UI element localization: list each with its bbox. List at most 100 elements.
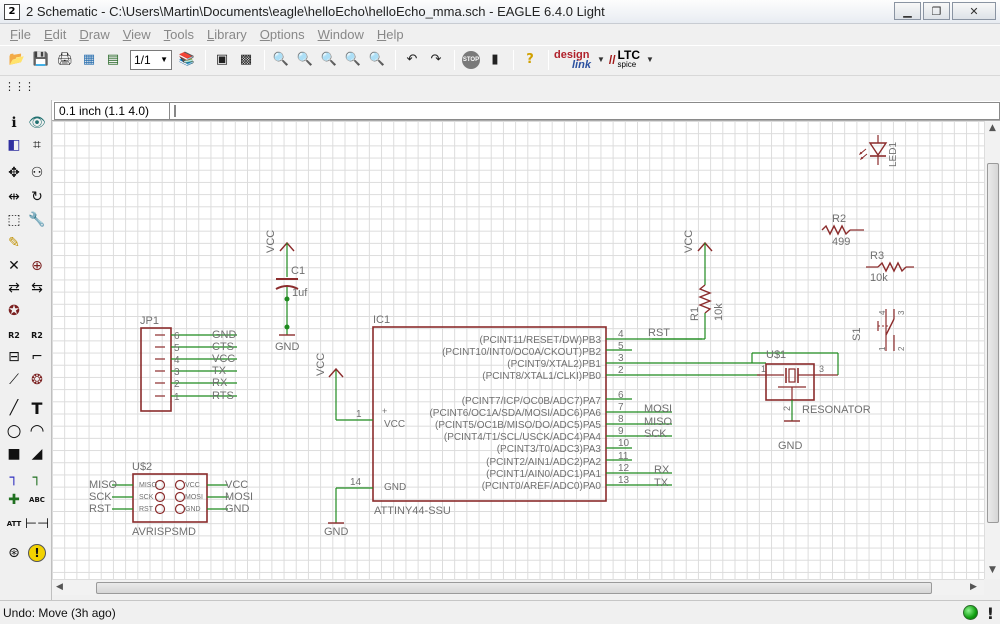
polygon-button[interactable]: ◢ [27, 444, 47, 464]
exclamation-icon[interactable]: ! [987, 604, 994, 623]
menu-window[interactable]: Window [312, 27, 370, 42]
show-button[interactable]: 👁 [27, 113, 47, 133]
horizontal-scrollbar[interactable]: ◀ ▶ [52, 579, 984, 595]
cam-processor-icon: ▦ [82, 52, 96, 67]
gateswap-button[interactable]: ⇆ [27, 278, 47, 298]
menu-tools[interactable]: Tools [158, 27, 200, 42]
horizontal-scroll-thumb[interactable] [96, 582, 932, 594]
undo-button[interactable]: ↶ [401, 49, 423, 71]
replace-button[interactable]: ✪ [4, 301, 24, 321]
display-button[interactable]: ◧ [4, 135, 24, 155]
label-button[interactable]: ABC [27, 490, 47, 510]
rect-button[interactable]: ■ [4, 444, 24, 464]
close-icon: ✕ [969, 4, 979, 18]
menu-view[interactable]: View [117, 27, 157, 42]
errors-button[interactable]: ! [27, 543, 47, 563]
minimize-button[interactable]: ▁ [894, 2, 921, 20]
open-button[interactable]: 📂 [6, 49, 28, 71]
ic1-vcc-net: VCC [315, 353, 327, 376]
pinswap-button[interactable]: ⇄ [4, 278, 24, 298]
net-button[interactable]: ┐ [27, 468, 47, 488]
r2-resistor[interactable] [821, 224, 864, 236]
print-button[interactable]: 🖨 [54, 49, 76, 71]
r1-resistor[interactable] [652, 241, 713, 340]
bus-button[interactable]: ┐ [4, 468, 24, 488]
wire-button[interactable]: ╱ [4, 398, 24, 418]
mirror-button[interactable]: ⇹ [4, 187, 24, 207]
text-button[interactable]: T [27, 398, 47, 418]
junction-button[interactable]: ✚ [4, 490, 24, 510]
arc-button[interactable]: ◠ [27, 421, 47, 441]
ic1-vcc-pin-num: 1 [356, 409, 362, 420]
zoom-select-button[interactable]: 🔍 [366, 49, 388, 71]
redo-button[interactable]: ↷ [425, 49, 447, 71]
change-button[interactable]: 🔧 [27, 210, 47, 230]
s1-pin: 1 [878, 346, 887, 351]
u2-avrisp-header[interactable] [112, 473, 228, 523]
go-button[interactable]: ▮ [484, 49, 506, 71]
menu-help[interactable]: Help [371, 27, 410, 42]
circle-button[interactable]: ○ [4, 421, 24, 441]
schematic-canvas[interactable]: JP1 6 5 4 3 2 1 GND CTS VCC TX RX RTS VC… [52, 121, 984, 579]
save-button[interactable]: 💾 [30, 49, 52, 71]
move-button[interactable]: ✥ [4, 163, 24, 183]
r3-resistor[interactable] [866, 261, 914, 273]
grid-button[interactable]: ⋮⋮⋮ [4, 76, 35, 98]
led1-diode[interactable] [858, 135, 888, 165]
vertical-scrollbar[interactable]: ▲ ▼ [984, 121, 1000, 579]
scroll-right-icon[interactable]: ▶ [970, 582, 977, 592]
traffic-light-icon: ▮ [491, 52, 499, 67]
delete-button[interactable]: ✕ [4, 256, 24, 276]
redraw-button[interactable]: 🔍 [342, 49, 364, 71]
zoom-in-icon: 🔍 [296, 52, 314, 67]
r2-value: 499 [832, 236, 850, 248]
scroll-down-icon[interactable]: ▼ [989, 565, 996, 575]
menu-edit[interactable]: Edit [38, 27, 72, 42]
menu-options[interactable]: Options [254, 27, 311, 42]
add-button[interactable]: ⊕ [27, 256, 47, 276]
copy-button[interactable]: ⚇ [27, 163, 47, 183]
attribute-button[interactable]: ATT [4, 514, 24, 534]
smash-button[interactable]: ⊟ [4, 347, 24, 367]
board-switch-button[interactable]: ▤ [102, 49, 124, 71]
zoom-fit-button[interactable]: 🔍 [270, 49, 292, 71]
menu-draw[interactable]: Draw [73, 27, 115, 42]
zoom-in-button[interactable]: 🔍 [294, 49, 316, 71]
ic1-pin-num: 6 [618, 390, 624, 401]
folder-open-icon: 📂 [8, 52, 26, 67]
group-button[interactable]: ⬚ [4, 210, 24, 230]
designlink-button[interactable]: design link ▼ [554, 49, 605, 70]
command-line-input[interactable] [170, 102, 1000, 120]
net-label-sck: SCK [644, 428, 667, 440]
value-button[interactable]: R2 [27, 325, 47, 345]
dimension-button[interactable]: ⊢⊣ [25, 514, 49, 534]
help-button[interactable]: ? [519, 49, 541, 71]
miter-button[interactable]: ⌐ [27, 347, 47, 367]
menu-file[interactable]: File [4, 27, 37, 42]
stop-button[interactable]: STOP [460, 49, 482, 71]
vertical-scroll-thumb[interactable] [987, 163, 999, 523]
cam-button[interactable]: ▦ [78, 49, 100, 71]
paste-button[interactable]: ✎ [4, 233, 24, 253]
rotate-button[interactable]: ↻ [27, 187, 47, 207]
invoke-button[interactable]: ❂ [27, 370, 47, 390]
close-button[interactable]: ✕ [952, 2, 996, 20]
name-button[interactable]: R2 [4, 325, 24, 345]
sheet-select[interactable]: 1/1 ▼ [130, 49, 172, 70]
mark-button[interactable]: ⌗ [27, 135, 47, 155]
erc-button[interactable]: ⊛ [4, 543, 24, 563]
jp1-pin-num: 2 [174, 379, 180, 390]
minimize-icon: ▁ [903, 4, 912, 18]
ltspice-button[interactable]: // LTC spice ▼ [609, 49, 654, 70]
script-button[interactable]: ▣ [211, 49, 233, 71]
app-icon[interactable]: 2 [4, 3, 20, 20]
split-button[interactable]: ⟋ [4, 370, 24, 390]
zoom-out-button[interactable]: 🔍 [318, 49, 340, 71]
use-library-button[interactable]: 📚 [176, 49, 198, 71]
run-ulp-button[interactable]: ▩ [235, 49, 257, 71]
scroll-up-icon[interactable]: ▲ [989, 123, 996, 133]
menu-library[interactable]: Library [201, 27, 253, 42]
info-button[interactable]: ℹ [4, 113, 24, 133]
scroll-left-icon[interactable]: ◀ [56, 582, 63, 592]
maximize-button[interactable]: ❐ [923, 2, 950, 20]
